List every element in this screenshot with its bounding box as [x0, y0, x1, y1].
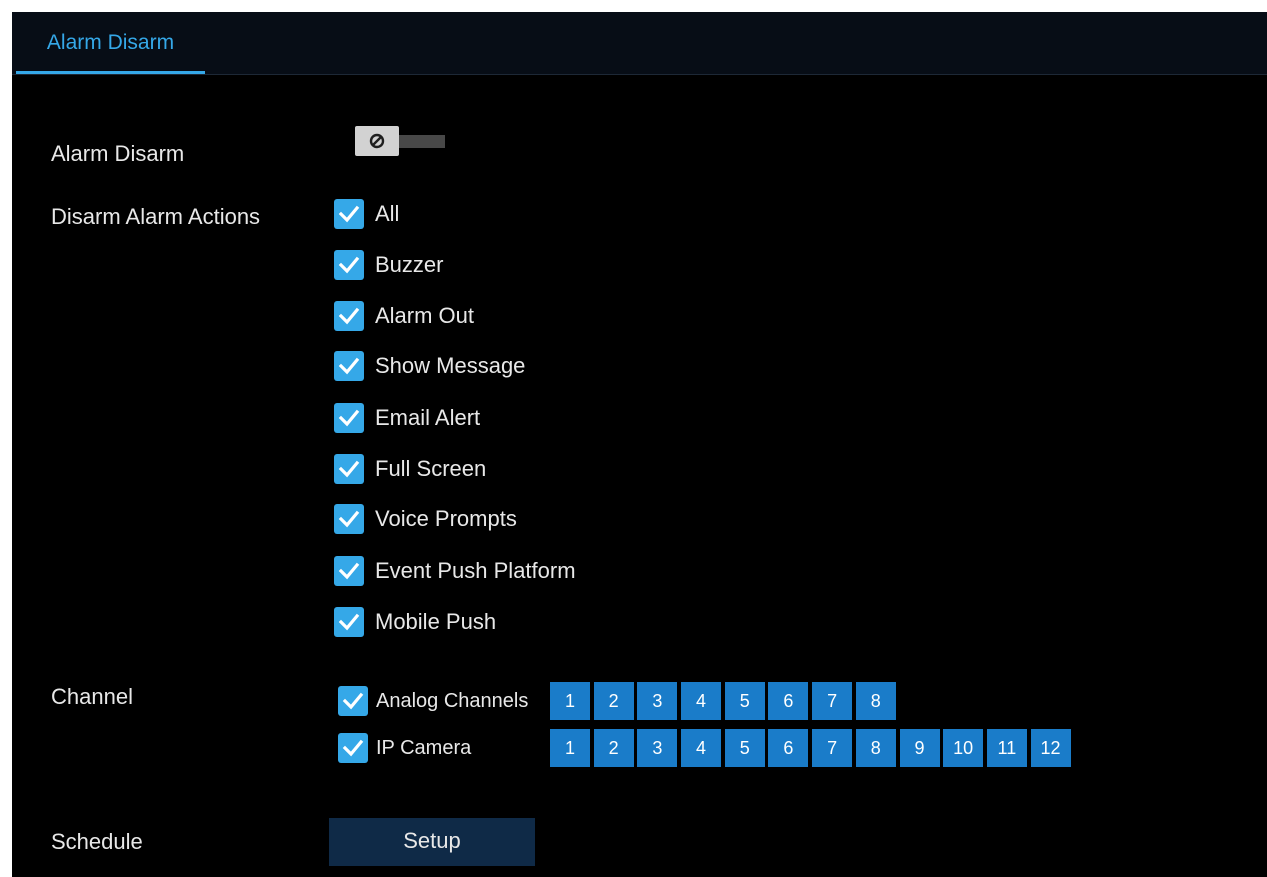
channel-button[interactable]: 11 [986, 729, 1027, 767]
action-label: Show Message [375, 353, 526, 378]
action-checkbox[interactable] [334, 250, 364, 280]
toggle-knob [355, 126, 399, 156]
action-checkbox[interactable] [334, 556, 364, 586]
action-checkbox[interactable] [334, 301, 364, 331]
checkmark-icon [338, 205, 360, 223]
checkmark-icon [338, 357, 360, 375]
checkmark-icon [338, 460, 360, 478]
action-label: Mobile Push [375, 609, 497, 634]
action-option[interactable]: Mobile Push [334, 606, 496, 638]
channel-label: Channel [51, 684, 133, 709]
schedule-label: Schedule [51, 829, 143, 854]
analog-channel-buttons: 12345678 [550, 682, 900, 720]
alarm-disarm-toggle[interactable] [355, 126, 445, 156]
disabled-circle-icon [369, 133, 385, 149]
action-label: Email Alert [375, 405, 481, 430]
channel-button[interactable]: 5 [724, 729, 765, 767]
channel-button[interactable]: 9 [899, 729, 940, 767]
tab-bar: Alarm Disarm [12, 12, 1267, 75]
channel-button[interactable]: 4 [681, 682, 722, 720]
checkmark-icon [342, 692, 364, 710]
channel-button[interactable]: 4 [681, 729, 722, 767]
analog-channels-checkbox[interactable] [338, 686, 368, 716]
action-label: Full Screen [375, 456, 487, 481]
action-option[interactable]: All [334, 198, 399, 230]
action-option[interactable]: Voice Prompts [334, 503, 517, 535]
settings-panel: Alarm Disarm Alarm Disarm Disarm Alarm A… [12, 12, 1267, 877]
channel-button[interactable]: 8 [855, 729, 896, 767]
checkmark-icon [338, 613, 360, 631]
action-option[interactable]: Buzzer [334, 249, 443, 281]
channel-button[interactable]: 1 [550, 682, 590, 720]
action-option[interactable]: Email Alert [334, 402, 480, 434]
channel-button[interactable]: 10 [943, 729, 984, 767]
action-checkbox[interactable] [334, 403, 364, 433]
action-checkbox[interactable] [334, 199, 364, 229]
checkmark-icon [338, 510, 360, 528]
action-label: All [375, 201, 400, 226]
tab-alarm-disarm[interactable]: Alarm Disarm [16, 12, 205, 74]
action-option[interactable]: Full Screen [334, 453, 486, 485]
channel-button[interactable]: 1 [550, 729, 590, 767]
action-label: Voice Prompts [375, 506, 517, 531]
channel-button[interactable]: 2 [593, 682, 634, 720]
analog-channels-row: Analog Channels [338, 682, 528, 720]
action-label: Event Push Platform [375, 558, 576, 583]
analog-channels-label: Analog Channels [376, 689, 529, 712]
action-checkbox[interactable] [334, 504, 364, 534]
channel-button[interactable]: 8 [855, 682, 896, 720]
action-option[interactable]: Event Push Platform [334, 555, 576, 587]
ip-camera-checkbox[interactable] [338, 733, 368, 763]
action-option[interactable]: Alarm Out [334, 300, 474, 332]
schedule-setup-button[interactable]: Setup [329, 818, 535, 866]
channel-button[interactable]: 3 [637, 682, 678, 720]
channel-button[interactable]: 7 [812, 682, 853, 720]
action-option[interactable]: Show Message [334, 350, 525, 382]
checkmark-icon [338, 409, 360, 427]
alarm-disarm-label: Alarm Disarm [51, 141, 185, 166]
channel-button[interactable]: 6 [768, 682, 809, 720]
toggle-track [395, 135, 445, 148]
action-checkbox[interactable] [334, 454, 364, 484]
checkmark-icon [338, 256, 360, 274]
disarm-actions-label: Disarm Alarm Actions [51, 204, 261, 229]
channel-button[interactable]: 5 [724, 682, 765, 720]
ip-camera-row: IP Camera [338, 729, 471, 767]
channel-button[interactable]: 6 [768, 729, 809, 767]
checkmark-icon [338, 562, 360, 580]
checkmark-icon [342, 739, 364, 757]
channel-button[interactable]: 2 [593, 729, 634, 767]
action-label: Buzzer [375, 252, 444, 277]
action-checkbox[interactable] [334, 607, 364, 637]
channel-button[interactable]: 3 [637, 729, 678, 767]
channel-button[interactable]: 12 [1030, 729, 1071, 767]
ip-channel-buttons: 1 2 3 4 5 6 7 8 9 10 11 12 [550, 729, 1074, 767]
channel-button[interactable]: 7 [812, 729, 853, 767]
action-checkbox[interactable] [334, 351, 364, 381]
action-label: Alarm Out [375, 303, 475, 328]
checkmark-icon [338, 307, 360, 325]
ip-camera-label: IP Camera [376, 736, 472, 759]
